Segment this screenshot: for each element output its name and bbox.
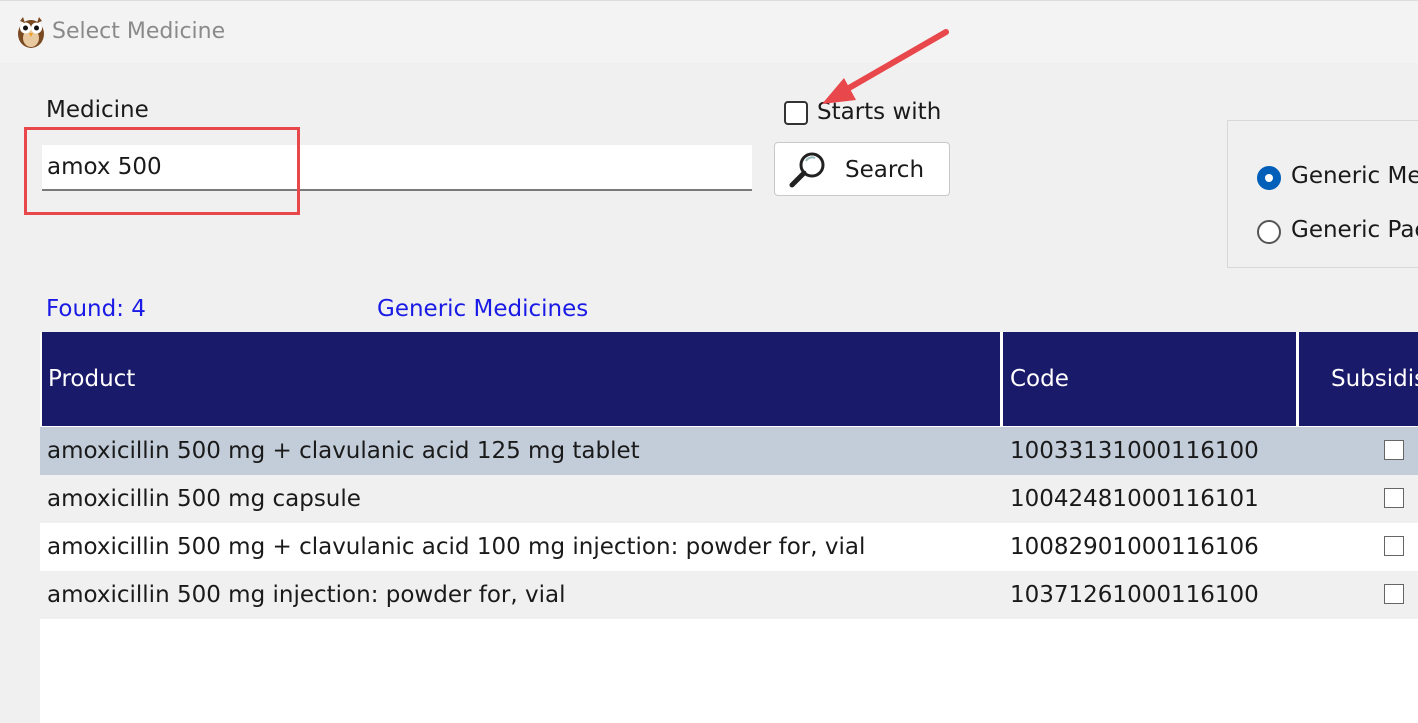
title-bar: Select Medicine	[0, 0, 1418, 63]
product-cell: amoxicillin 500 mg injection: powder for…	[47, 582, 566, 608]
starts-with-checkbox[interactable]	[784, 101, 808, 125]
generic-packs-label[interactable]: Generic Pac	[1291, 217, 1418, 243]
generic-medicines-radio[interactable]	[1257, 166, 1281, 190]
column-divider[interactable]	[1000, 332, 1003, 426]
found-count: Found: 4	[46, 296, 146, 322]
code-cell: 10042481000116101	[1010, 486, 1259, 512]
column-header-product[interactable]: Product	[48, 332, 998, 426]
code-cell: 10082901000116106	[1010, 534, 1259, 560]
product-cell: amoxicillin 500 mg capsule	[47, 486, 361, 512]
subsidised-checkbox[interactable]	[1384, 440, 1404, 460]
generic-packs-radio[interactable]	[1257, 220, 1281, 244]
code-cell: 10033131000116100	[1010, 438, 1259, 464]
column-divider[interactable]	[1296, 332, 1299, 426]
generic-medicines-label[interactable]: Generic Me	[1291, 163, 1418, 189]
table-row[interactable]: amoxicillin 500 mg capsule 1004248100011…	[40, 475, 1418, 523]
column-header-code[interactable]: Code	[1010, 332, 1290, 426]
product-cell: amoxicillin 500 mg + clavulanic acid 100…	[47, 534, 866, 560]
grid-header: Product Code Subsidis	[42, 332, 1418, 426]
table-row[interactable]: amoxicillin 500 mg + clavulanic acid 100…	[40, 523, 1418, 571]
subsidised-checkbox[interactable]	[1384, 584, 1404, 604]
subsidised-checkbox[interactable]	[1384, 488, 1404, 508]
medicine-search-input[interactable]	[42, 145, 752, 191]
table-row[interactable]: amoxicillin 500 mg + clavulanic acid 125…	[40, 427, 1418, 475]
product-cell: amoxicillin 500 mg + clavulanic acid 125…	[47, 438, 640, 464]
starts-with-label[interactable]: Starts with	[817, 99, 941, 125]
table-row[interactable]: amoxicillin 500 mg injection: powder for…	[40, 571, 1418, 619]
window-title: Select Medicine	[52, 19, 226, 44]
magnifier-icon	[789, 152, 825, 188]
subsidised-checkbox[interactable]	[1384, 536, 1404, 556]
column-header-subsidised[interactable]: Subsidis	[1331, 332, 1418, 426]
results-grid[interactable]: Product Code Subsidis amoxicillin 500 mg…	[40, 332, 1418, 723]
medicine-type-group	[1227, 120, 1418, 268]
code-cell: 10371261000116100	[1010, 582, 1259, 608]
search-button-label: Search	[845, 157, 925, 183]
results-category: Generic Medicines	[377, 296, 589, 322]
medicine-label: Medicine	[46, 97, 149, 123]
owl-icon	[18, 17, 44, 48]
search-button[interactable]: Search	[774, 142, 950, 196]
